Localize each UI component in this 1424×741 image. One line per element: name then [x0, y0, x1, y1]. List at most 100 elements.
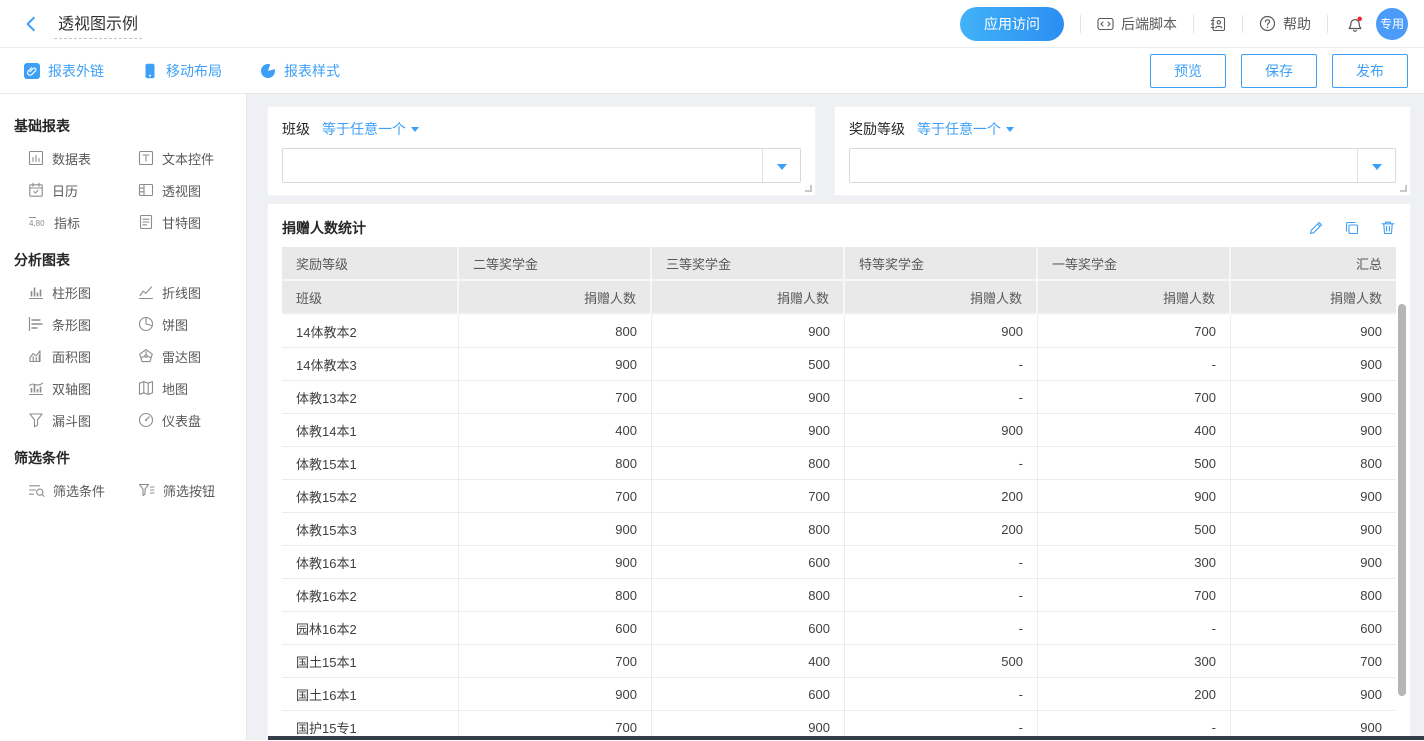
preview-button[interactable]: 预览 [1150, 54, 1226, 88]
value-cell: 800 [1231, 447, 1396, 480]
mobile-icon [142, 63, 158, 79]
address-book-button[interactable] [1210, 16, 1226, 32]
caret-down-icon [777, 164, 787, 174]
avatar[interactable]: 专用 [1376, 8, 1408, 40]
link-toolbar-button[interactable]: 报表外链 [24, 61, 104, 81]
pivot-data-row: 14体教本3900500--900 [282, 348, 1396, 381]
resize-handle[interactable] [1400, 185, 1407, 192]
value-cell: 900 [845, 414, 1038, 447]
sidebar-item-calendar[interactable]: 日历 [28, 174, 138, 206]
sidebar-item-gauge[interactable]: 仪表盘 [138, 404, 247, 436]
resize-handle[interactable] [805, 185, 812, 192]
sidebar-item-radar-chart[interactable]: 雷达图 [138, 340, 247, 372]
sidebar-item-column-chart[interactable]: 柱形图 [28, 276, 138, 308]
publish-button[interactable]: 发布 [1332, 54, 1408, 88]
select-value [850, 149, 1357, 182]
value-cell: - [1038, 612, 1231, 645]
help-icon [1259, 15, 1276, 32]
bell-icon [1346, 15, 1364, 33]
vertical-scrollbar[interactable] [1398, 304, 1406, 696]
help-button[interactable]: 帮助 [1259, 14, 1311, 34]
text-widget-icon [138, 150, 154, 166]
copy-button[interactable] [1344, 220, 1360, 236]
value-cell: 900 [459, 546, 652, 579]
dual-axis-chart-icon [28, 380, 44, 396]
pivot-data-row: 体教15本2700700200900900 [282, 480, 1396, 513]
sidebar-item-gantt[interactable]: 甘特图 [138, 206, 247, 238]
value-cell: 500 [845, 645, 1038, 678]
value-cell: 400 [1038, 414, 1231, 447]
value-cell: - [845, 348, 1038, 381]
sidebar-section-items: 筛选条件筛选按钮 [0, 474, 246, 506]
value-cell: 800 [652, 579, 845, 612]
filter-operator-dropdown[interactable]: 等于任意一个 [322, 119, 419, 139]
sidebar-item-label: 地图 [162, 379, 188, 398]
value-cell: 800 [459, 579, 652, 612]
sidebar-item-map[interactable]: 地图 [138, 372, 247, 404]
class-cell: 国土16本1 [282, 678, 459, 711]
value-cell: 600 [1231, 612, 1396, 645]
value-cell: - [845, 447, 1038, 480]
sidebar-item-dual-axis-chart[interactable]: 双轴图 [28, 372, 138, 404]
toolbar-item-label: 报表外链 [48, 61, 104, 81]
sidebar-item-data-table[interactable]: 数据表 [28, 142, 138, 174]
pivot-data-row: 体教14本1400900900400900 [282, 414, 1396, 447]
value-cell: 700 [1038, 315, 1231, 348]
filter-widget-class[interactable]: 班级 等于任意一个 [268, 107, 815, 195]
value-cell: 700 [459, 645, 652, 678]
select-value [283, 149, 762, 182]
sidebar-item-label: 柱形图 [52, 283, 91, 302]
sidebar-item-text-widget[interactable]: 文本控件 [138, 142, 247, 174]
pivot-summary-header: 汇总 [1231, 247, 1396, 281]
back-button[interactable] [20, 13, 42, 35]
sidebar-item-filter-button[interactable]: 筛选按钮 [138, 474, 247, 506]
value-cell: 900 [652, 414, 845, 447]
sidebar-item-metric[interactable]: 4,80指标 [28, 206, 138, 238]
sidebar-item-area-chart[interactable]: 面积图 [28, 340, 138, 372]
toolbar-items: 报表外链 移动布局 报表样式 [24, 61, 378, 81]
pivot-actions [1308, 220, 1396, 236]
value-cell: 300 [1038, 645, 1231, 678]
value-cell: 700 [1231, 645, 1396, 678]
backend-script-button[interactable]: 后端脚本 [1097, 14, 1177, 34]
value-cell: 900 [652, 315, 845, 348]
filter-operator-dropdown[interactable]: 等于任意一个 [917, 119, 1014, 139]
horizontal-scrollbar[interactable] [268, 736, 1424, 740]
sidebar-item-label: 双轴图 [52, 379, 91, 398]
pivot-table: 奖励等级二等奖学金三等奖学金特等奖学金一等奖学金汇总班级捐赠人数捐赠人数捐赠人数… [282, 247, 1396, 740]
app-access-button[interactable]: 应用访问 [960, 7, 1064, 41]
filter-condition-icon [28, 482, 45, 498]
sidebar-item-label: 漏斗图 [52, 411, 91, 430]
sidebar-item-line-chart[interactable]: 折线图 [138, 276, 247, 308]
value-cell: - [845, 579, 1038, 612]
value-cell: 900 [1231, 414, 1396, 447]
sidebar-item-label: 文本控件 [162, 149, 214, 168]
mobile-toolbar-button[interactable]: 移动布局 [142, 61, 222, 81]
save-button[interactable]: 保存 [1241, 54, 1317, 88]
value-cell: - [845, 678, 1038, 711]
metric-icon: 4,80 [28, 214, 46, 230]
filter-select[interactable] [282, 148, 801, 183]
sidebar-item-label: 甘特图 [162, 213, 201, 232]
filter-row: 班级 等于任意一个 奖励等级 等于任意一个 [268, 107, 1410, 195]
select-arrow[interactable] [762, 149, 800, 182]
delete-button[interactable] [1380, 220, 1396, 236]
sidebar-item-label: 数据表 [52, 149, 91, 168]
filter-operator-label: 等于任意一个 [322, 119, 406, 139]
filter-select[interactable] [849, 148, 1396, 183]
sidebar-item-filter-condition[interactable]: 筛选条件 [28, 474, 138, 506]
value-cell: 800 [652, 513, 845, 546]
notification-bell-button[interactable] [1346, 15, 1364, 33]
sidebar-item-pie-chart[interactable]: 饼图 [138, 308, 247, 340]
select-arrow[interactable] [1357, 149, 1395, 182]
filter-widget-award-level[interactable]: 奖励等级 等于任意一个 [835, 107, 1410, 195]
divider [1327, 15, 1328, 33]
sidebar-item-bar-chart[interactable]: 条形图 [28, 308, 138, 340]
edit-button[interactable] [1308, 220, 1324, 236]
sidebar-item-funnel-chart[interactable]: 漏斗图 [28, 404, 138, 436]
sidebar: 基础报表数据表文本控件日历透视图4,80指标甘特图分析图表柱形图折线图条形图饼图… [0, 94, 247, 740]
pivot-widget[interactable]: 捐赠人数统计 奖励等级二等奖学金三等奖学金特等奖学金一等奖学金汇总班级捐赠人数捐… [268, 204, 1410, 740]
sidebar-item-pivot[interactable]: 透视图 [138, 174, 247, 206]
pie-style-toolbar-button[interactable]: 报表样式 [260, 61, 340, 81]
divider [1242, 15, 1243, 33]
